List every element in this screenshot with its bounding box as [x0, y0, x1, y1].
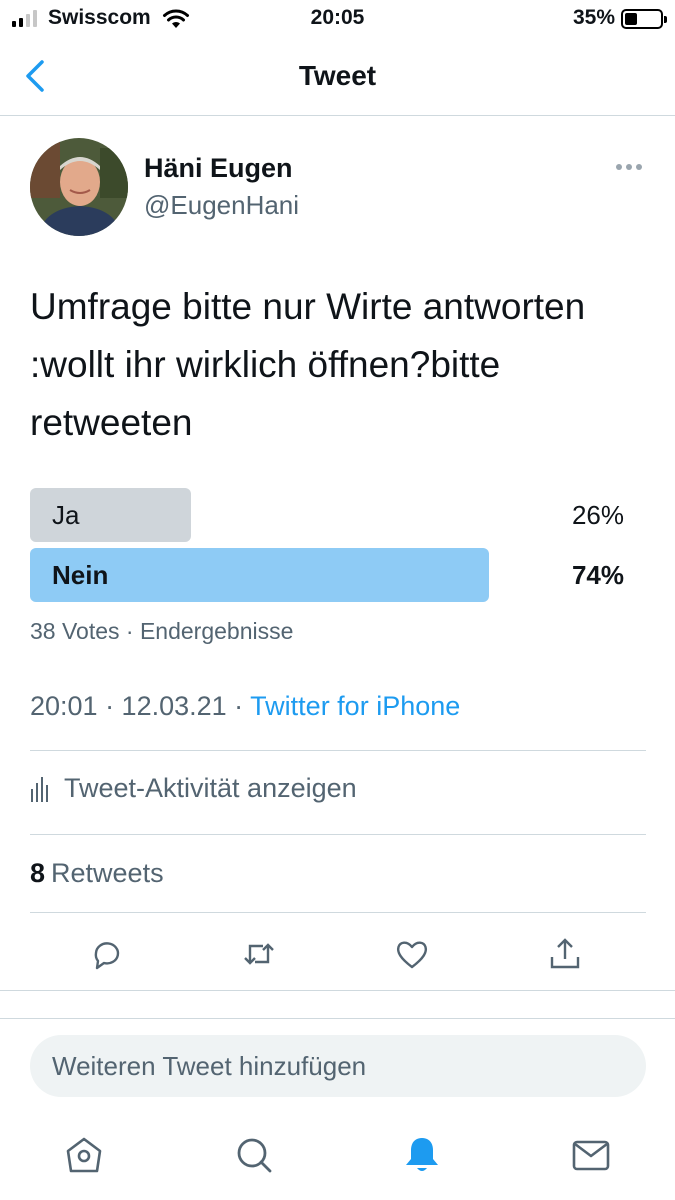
retweet-icon[interactable]: [241, 936, 277, 972]
retweets-count[interactable]: 8 Retweets: [30, 858, 164, 889]
status-bar: Swisscom 20:05 35%: [0, 0, 675, 38]
share-icon[interactable]: [547, 936, 583, 972]
more-options-icon[interactable]: [616, 164, 642, 170]
poll-option-label: Ja: [52, 500, 80, 530]
retweet-count-number: 8: [30, 858, 46, 888]
reply-icon[interactable]: [88, 936, 124, 972]
author-name[interactable]: Häni Eugen: [144, 153, 293, 184]
tweet-activity-link[interactable]: Tweet-Aktivität anzeigen: [30, 773, 357, 804]
navigation-bar: Tweet: [0, 38, 675, 116]
author-handle[interactable]: @EugenHani: [144, 190, 299, 221]
tweet-source-link[interactable]: Twitter for iPhone: [250, 691, 460, 721]
tweet-activity-label: Tweet-Aktivität anzeigen: [64, 773, 357, 803]
home-icon[interactable]: [64, 1135, 104, 1175]
retweet-count-label: Retweets: [51, 858, 164, 888]
battery-percentage: 35%: [572, 6, 615, 29]
divider: [30, 912, 646, 913]
like-heart-icon[interactable]: [394, 936, 430, 972]
divider: [30, 834, 646, 835]
tweet-timestamp: 20:01 · 12.03.21 · Twitter for iPhone: [30, 691, 460, 722]
add-tweet-input[interactable]: [30, 1035, 646, 1097]
author-avatar[interactable]: [30, 138, 128, 236]
avatar-image: [30, 138, 128, 236]
divider: [30, 750, 646, 751]
poll-option-percent: 26%: [571, 500, 624, 530]
analytics-icon: [31, 776, 48, 802]
battery-icon: [621, 9, 667, 29]
poll-option-nein: Nein 74%: [30, 548, 626, 602]
notifications-bell-icon[interactable]: [402, 1135, 442, 1175]
search-icon[interactable]: [234, 1135, 274, 1175]
tweet-text: Umfrage bitte nur Wirte antworten :wollt…: [30, 286, 586, 443]
poll-option-percent: 74%: [571, 560, 624, 590]
poll-meta: 38 Votes · Endergebnisse: [30, 618, 294, 644]
messages-icon[interactable]: [571, 1135, 611, 1175]
poll-option-ja: Ja 26%: [30, 488, 626, 542]
poll-option-label: Nein: [52, 560, 109, 590]
divider: [0, 990, 675, 991]
page-title: Tweet: [298, 60, 377, 91]
tweet-time: 20:01 · 12.03.21 ·: [30, 691, 251, 721]
